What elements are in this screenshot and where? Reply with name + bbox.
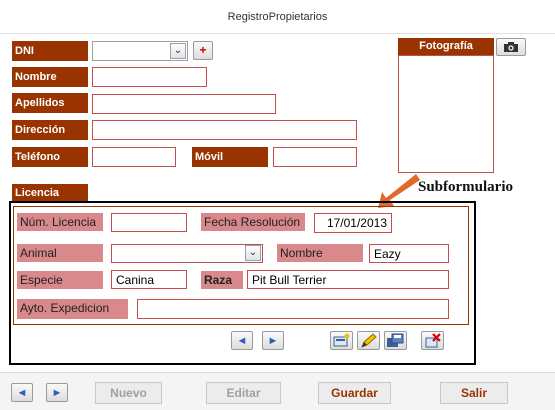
camera-icon[interactable] [496,38,526,56]
chevron-down-icon[interactable]: ⌄ [170,43,186,59]
window-title: RegistroPropietarios [0,0,555,34]
animal-label: Animal [17,244,103,262]
save-record-icon[interactable] [384,331,407,350]
pencil-icon[interactable] [357,331,380,350]
raza-field[interactable]: Pit Bull Terrier [247,270,449,289]
fecha-resolucion-label: Fecha Resolución [201,213,305,231]
telefono-field[interactable] [92,147,176,167]
salir-button[interactable]: Salir [440,382,508,404]
photo-frame[interactable] [398,55,494,173]
next-record-arrow-icon[interactable]: ► [46,383,68,402]
subform-next-arrow-icon[interactable]: ► [262,331,284,350]
subform-prev-arrow-icon[interactable]: ◄ [231,331,253,350]
raza-label: Raza [201,271,243,289]
add-owner-button[interactable]: + [193,41,213,60]
dni-label: DNI [12,41,88,61]
ayto-expedicion-label: Ayto. Expedicion [17,299,128,319]
num-licencia-label: Núm. Licencia [17,213,103,231]
nuevo-button[interactable]: Nuevo [95,382,162,404]
subformulario-annotation: Subformulario [418,179,514,195]
apellidos-label: Apellidos [12,93,88,113]
direccion-field[interactable] [92,120,357,140]
chevron-down-icon[interactable]: ⌄ [245,245,261,261]
apellidos-field[interactable] [92,94,276,114]
ayto-expedicion-field[interactable] [137,299,449,319]
fotografia-label: Fotografía [398,38,494,55]
movil-field[interactable] [273,147,357,167]
especie-field[interactable]: Canina [111,270,187,289]
nombre-animal-label: Nombre [277,244,363,262]
delete-record-icon[interactable] [421,331,444,350]
especie-label: Especie [17,271,103,289]
telefono-label: Teléfono [12,147,88,167]
prev-record-arrow-icon[interactable]: ◄ [11,383,33,402]
new-record-icon[interactable] [330,331,353,350]
editar-button[interactable]: Editar [206,382,281,404]
fecha-resolucion-field[interactable]: 17/01/2013 [314,213,392,233]
nombre-animal-field[interactable]: Eazy [369,244,449,263]
licencia-label: Licencia [12,184,88,202]
nombre-label: Nombre [12,67,88,87]
movil-label: Móvil [192,147,268,167]
guardar-button[interactable]: Guardar [318,382,391,404]
animal-combo[interactable] [111,244,263,263]
num-licencia-field[interactable] [111,213,187,232]
nombre-field[interactable] [92,67,207,87]
direccion-label: Dirección [12,120,88,140]
